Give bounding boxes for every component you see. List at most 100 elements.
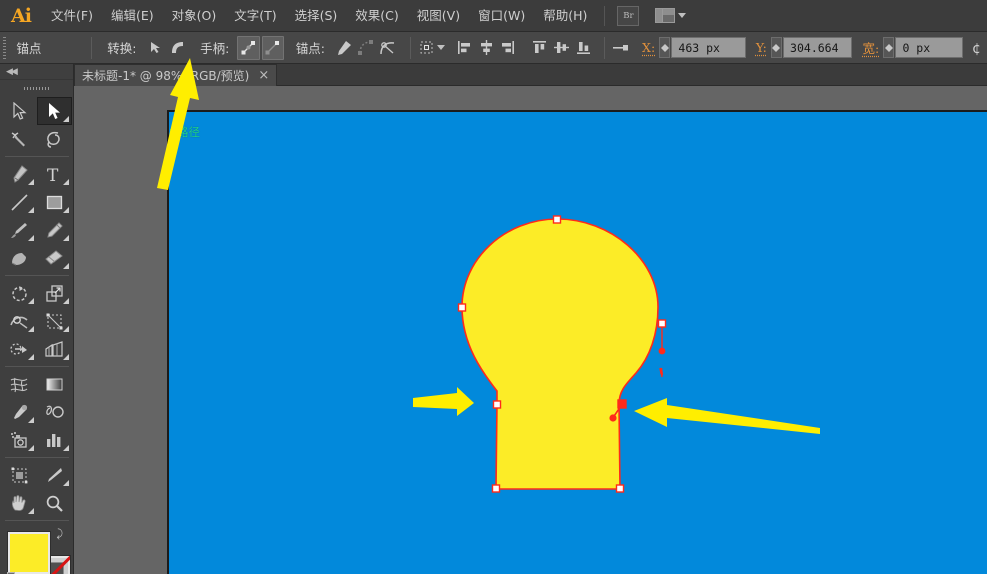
tool-zoom[interactable]	[37, 489, 72, 517]
document-tab-label: 未标题-1* @ 98% (RGB/预览)	[82, 67, 249, 84]
tool-paintbrush[interactable]	[2, 216, 37, 244]
svg-text:¢: ¢	[972, 41, 981, 56]
handle-label: 手柄:	[188, 38, 237, 57]
tool-artboard[interactable]	[2, 461, 37, 489]
tool-hand[interactable]	[2, 489, 37, 517]
control-bar: 锚点 转换: 手柄: 锚点:	[0, 32, 987, 64]
menu-object[interactable]: 对象(O)	[163, 0, 226, 32]
control-bar-grip[interactable]	[0, 32, 8, 64]
tool-symbol-sprayer[interactable]	[2, 426, 37, 454]
fill-stroke-controls: ⤸	[2, 528, 72, 574]
width-label: 宽:	[860, 38, 883, 57]
transform-handle-icon[interactable]	[418, 36, 445, 60]
panel-collapse-button[interactable]: ◀◀	[0, 64, 73, 80]
app-logo: Ai	[0, 0, 42, 32]
tool-slice[interactable]	[37, 461, 72, 489]
connect-anchors-icon[interactable]	[355, 36, 377, 60]
x-label: X:	[640, 40, 659, 55]
menu-help[interactable]: 帮助(H)	[534, 0, 596, 32]
flyout-triangle-icon	[63, 326, 69, 332]
tool-selection[interactable]	[2, 97, 37, 125]
workspace-switcher[interactable]	[655, 8, 686, 23]
menu-file[interactable]: 文件(F)	[42, 0, 102, 32]
tool-perspective-grid[interactable]	[37, 335, 72, 363]
flyout-triangle-icon	[28, 417, 34, 423]
align-vertical-center-icon[interactable]	[551, 36, 573, 60]
tool-blend[interactable]	[37, 398, 72, 426]
tools-panel-grip[interactable]	[0, 80, 73, 97]
tool-mesh[interactable]	[2, 370, 37, 398]
swap-fill-stroke-icon[interactable]: ⤸	[57, 528, 70, 541]
y-stepper[interactable]	[771, 37, 782, 58]
panel-overflow-icon[interactable]: ¢	[965, 36, 987, 60]
flyout-triangle-icon	[28, 235, 34, 241]
tool-pencil[interactable]	[37, 216, 72, 244]
flyout-triangle-icon	[28, 508, 34, 514]
flyout-triangle-icon	[63, 298, 69, 304]
show-handles-icon[interactable]	[237, 36, 259, 60]
tool-eyedropper[interactable]	[2, 398, 37, 426]
tool-pen[interactable]	[2, 160, 37, 188]
tool-line-segment[interactable]	[2, 188, 37, 216]
align-right-icon[interactable]	[497, 36, 519, 60]
tool-rotate[interactable]	[2, 279, 37, 307]
svg-text:T: T	[47, 166, 59, 184]
bridge-icon[interactable]: Br	[617, 6, 639, 26]
divider	[91, 37, 92, 59]
tool-width[interactable]	[2, 307, 37, 335]
flyout-triangle-icon	[28, 354, 34, 360]
divider	[604, 37, 605, 59]
tool-gradient[interactable]	[37, 370, 72, 398]
align-top-icon[interactable]	[529, 36, 551, 60]
menu-window[interactable]: 窗口(W)	[469, 0, 534, 32]
remove-anchor-pen-icon[interactable]	[333, 36, 355, 60]
close-icon[interactable]: ×	[258, 69, 269, 82]
tool-rectangle[interactable]	[37, 188, 72, 216]
menu-edit[interactable]: 编辑(E)	[102, 0, 163, 32]
flyout-triangle-icon	[63, 445, 69, 451]
document-tab[interactable]: 未标题-1* @ 98% (RGB/预览) ×	[74, 64, 277, 86]
menu-divider	[604, 6, 605, 26]
align-horizontal-center-icon[interactable]	[475, 36, 497, 60]
menu-bar: Ai 文件(F) 编辑(E) 对象(O) 文字(T) 选择(S) 效果(C) 视…	[0, 0, 987, 32]
tool-blob-brush[interactable]	[2, 244, 37, 272]
menu-effect[interactable]: 效果(C)	[346, 0, 407, 32]
tool-eraser[interactable]	[37, 244, 72, 272]
convert-to-corner-icon[interactable]	[144, 36, 166, 60]
flyout-triangle-icon	[28, 179, 34, 185]
flyout-triangle-icon	[28, 326, 34, 332]
convert-to-smooth-icon[interactable]	[166, 36, 188, 60]
flyout-triangle-icon	[63, 480, 69, 486]
align-bottom-icon[interactable]	[573, 36, 595, 60]
tool-lasso[interactable]	[37, 125, 72, 153]
fill-swatch[interactable]	[8, 532, 50, 574]
flyout-triangle-icon	[28, 445, 34, 451]
menu-select[interactable]: 选择(S)	[286, 0, 347, 32]
align-left-icon[interactable]	[453, 36, 475, 60]
tool-type[interactable]: T	[37, 160, 72, 188]
width-value-field[interactable]: 0 px	[895, 37, 963, 58]
document-canvas[interactable]: 路径	[74, 86, 987, 574]
tool-magic-wand[interactable]	[2, 125, 37, 153]
convert-label: 转换:	[99, 38, 144, 57]
tool-scale[interactable]	[37, 279, 72, 307]
lightbulb-fill	[462, 219, 658, 489]
flyout-triangle-icon	[63, 207, 69, 213]
flyout-triangle-icon	[63, 235, 69, 241]
flyout-triangle-icon	[63, 354, 69, 360]
hide-handles-icon[interactable]	[262, 36, 284, 60]
x-value-field[interactable]: 463 px	[671, 37, 745, 58]
flyout-triangle-icon	[28, 207, 34, 213]
menu-type[interactable]: 文字(T)	[225, 0, 285, 32]
tool-column-graph[interactable]	[37, 426, 72, 454]
width-stepper[interactable]	[883, 37, 894, 58]
flyout-triangle-icon	[28, 298, 34, 304]
menu-view[interactable]: 视图(V)	[408, 0, 469, 32]
x-stepper[interactable]	[659, 37, 670, 58]
cut-path-icon[interactable]	[377, 36, 399, 60]
y-value-field[interactable]: 304.664	[783, 37, 852, 58]
tool-shape-builder[interactable]	[2, 335, 37, 363]
tool-direct-selection[interactable]	[37, 97, 72, 125]
collapse-double-arrow-icon: ◀◀	[6, 67, 16, 77]
tool-free-transform[interactable]	[37, 307, 72, 335]
